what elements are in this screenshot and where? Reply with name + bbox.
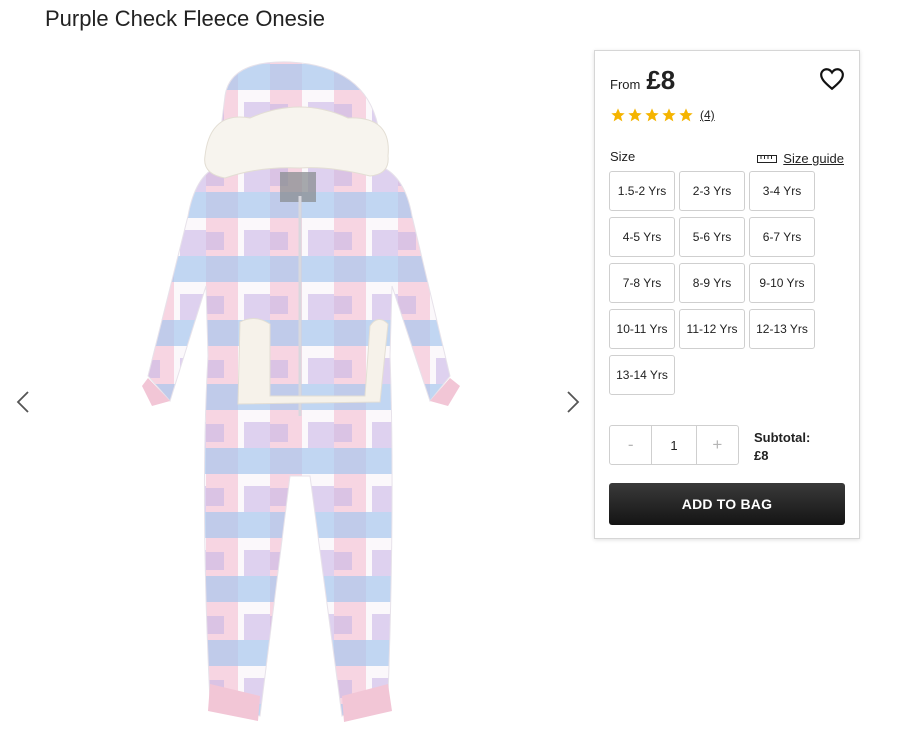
add-to-bag-button[interactable]: ADD TO BAG	[609, 483, 845, 525]
subtotal: Subtotal: £8	[754, 429, 810, 465]
size-label: Size	[610, 149, 636, 164]
product-gallery	[0, 50, 590, 742]
purchase-panel: From £8 (4) Size Size guide 1.5-2 Yrs 2-…	[594, 50, 860, 539]
chevron-right-icon	[567, 391, 580, 413]
size-option[interactable]: 2-3 Yrs	[679, 171, 745, 211]
size-option[interactable]: 9-10 Yrs	[749, 263, 815, 303]
subtotal-value: £8	[754, 448, 769, 463]
star-icon	[645, 108, 659, 122]
quantity-input[interactable]: 1	[651, 426, 697, 464]
wishlist-button[interactable]	[819, 66, 845, 92]
rating: (4)	[610, 107, 715, 123]
size-option[interactable]: 3-4 Yrs	[749, 171, 815, 211]
size-option[interactable]: 12-13 Yrs	[749, 309, 815, 349]
size-guide-link[interactable]: Size guide	[757, 151, 844, 166]
size-guide-label: Size guide	[783, 151, 844, 166]
ruler-icon	[757, 154, 778, 163]
price-row: From £8	[610, 65, 675, 96]
heart-icon	[820, 68, 844, 91]
size-option[interactable]: 13-14 Yrs	[609, 355, 675, 395]
size-option[interactable]: 8-9 Yrs	[679, 263, 745, 303]
size-option[interactable]: 10-11 Yrs	[609, 309, 675, 349]
size-option[interactable]: 5-6 Yrs	[679, 217, 745, 257]
star-icon	[679, 108, 693, 122]
size-option[interactable]: 7-8 Yrs	[609, 263, 675, 303]
gallery-prev-button[interactable]	[12, 390, 36, 414]
size-option[interactable]: 4-5 Yrs	[609, 217, 675, 257]
price-value: £8	[646, 65, 676, 95]
size-option[interactable]: 1.5-2 Yrs	[609, 171, 675, 211]
star-icon	[662, 108, 676, 122]
quantity-increase-button[interactable]: +	[697, 426, 738, 464]
gallery-next-button[interactable]	[560, 390, 584, 414]
size-option[interactable]: 6-7 Yrs	[749, 217, 815, 257]
size-options: 1.5-2 Yrs 2-3 Yrs 3-4 Yrs 4-5 Yrs 5-6 Yr…	[609, 171, 819, 395]
star-rating	[610, 107, 695, 123]
star-icon	[611, 108, 625, 122]
star-icon	[628, 108, 642, 122]
size-option[interactable]: 11-12 Yrs	[679, 309, 745, 349]
chevron-left-icon	[16, 391, 29, 413]
quantity-decrease-button[interactable]: -	[610, 426, 651, 464]
price-from-label: From	[610, 77, 641, 92]
product-title: Purple Check Fleece Onesie	[45, 6, 326, 31]
subtotal-label: Subtotal:	[754, 430, 811, 445]
review-count-link[interactable]: (4)	[700, 108, 715, 122]
quantity-stepper: - 1 +	[609, 425, 739, 465]
product-image	[142, 61, 460, 722]
